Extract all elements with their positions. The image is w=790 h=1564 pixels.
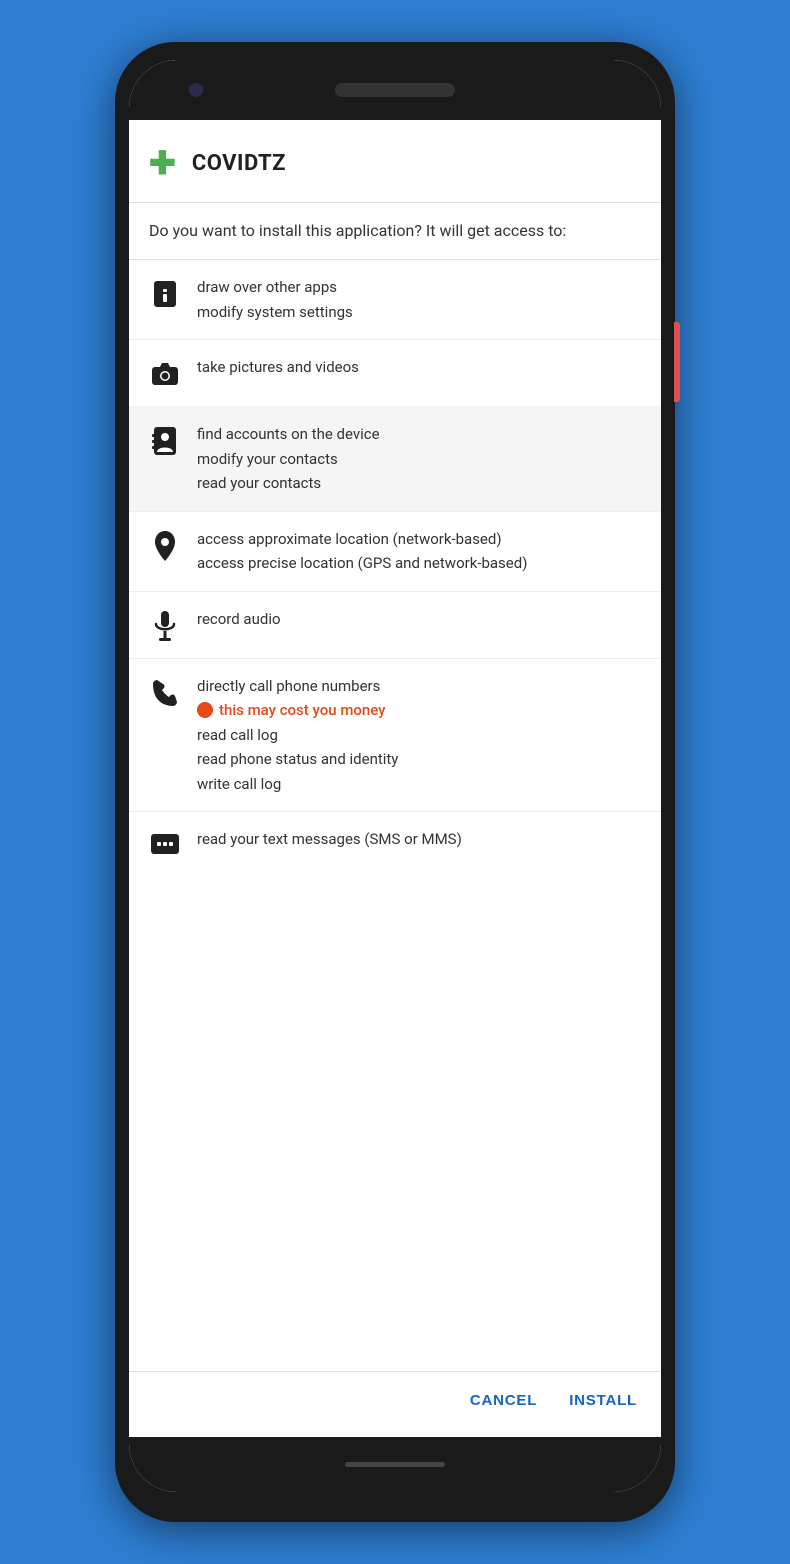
warning-text: this may cost you money [219,699,386,722]
phone-top-bar [129,60,661,120]
install-prompt: Do you want to install this application?… [129,203,661,260]
dialog-actions: CANCEL INSTALL [129,1371,661,1437]
phone-screen: ✚ COVIDTZ Do you want to install this ap… [129,120,661,1437]
app-header: ✚ COVIDTZ [129,120,661,203]
perm-text: access precise location (GPS and network… [197,552,527,575]
phone-home-bar [345,1462,445,1467]
permission-item-sms: read your text messages (SMS or MMS) [129,812,661,878]
install-button[interactable]: INSTALL [565,1384,641,1417]
perm-texts-location: access approximate location (network-bas… [197,528,527,575]
perm-text: read your contacts [197,472,380,495]
phone-icon [149,677,181,709]
perm-text: modify your contacts [197,448,380,471]
perm-texts-sms: read your text messages (SMS or MMS) [197,828,462,851]
perm-texts-overlay: draw over other apps modify system setti… [197,276,353,323]
perm-text-warning: this may cost you money [197,699,398,722]
perm-texts-camera: take pictures and videos [197,356,359,379]
phone-camera [189,83,203,97]
install-dialog: ✚ COVIDTZ Do you want to install this ap… [129,120,661,1437]
perm-text: write call log [197,773,398,796]
perm-text: find accounts on the device [197,423,380,446]
phone-speaker [335,83,455,97]
permission-item-camera: take pictures and videos [129,340,661,407]
perm-text: record audio [197,608,281,631]
perm-text-call: directly call phone numbers [197,675,398,698]
perm-texts-phone: directly call phone numbers this may cos… [197,675,398,796]
perm-text: take pictures and videos [197,356,359,379]
perm-texts-microphone: record audio [197,608,281,631]
perm-text: read phone status and identity [197,748,398,771]
contacts-icon [149,425,181,457]
permissions-list: draw over other apps modify system setti… [129,260,661,1371]
phone-bottom-bar [129,1437,661,1492]
warning-dot-icon [197,702,213,718]
sms-icon [149,830,181,862]
permission-item-contacts: find accounts on the device modify your … [129,407,661,512]
perm-text: modify system settings [197,301,353,324]
perm-text: draw over other apps [197,276,353,299]
permission-item-location: access approximate location (network-bas… [129,512,661,592]
side-button [674,322,680,402]
perm-text: read call log [197,724,398,747]
perm-text: read your text messages (SMS or MMS) [197,828,462,851]
cancel-button[interactable]: CANCEL [466,1384,541,1417]
permission-item-phone: directly call phone numbers this may cos… [129,659,661,813]
microphone-icon [149,610,181,642]
perm-texts-contacts: find accounts on the device modify your … [197,423,380,495]
permission-item-overlay: draw over other apps modify system setti… [129,260,661,340]
app-name: COVIDTZ [192,151,286,176]
phone-device: ✚ COVIDTZ Do you want to install this ap… [115,42,675,1522]
app-icon: ✚ [149,144,176,182]
location-icon [149,530,181,562]
camera-icon [149,358,181,390]
phone-screen-wrapper: ✚ COVIDTZ Do you want to install this ap… [129,60,661,1492]
perm-text: access approximate location (network-bas… [197,528,527,551]
permission-item-microphone: record audio [129,592,661,659]
info-icon [149,278,181,310]
